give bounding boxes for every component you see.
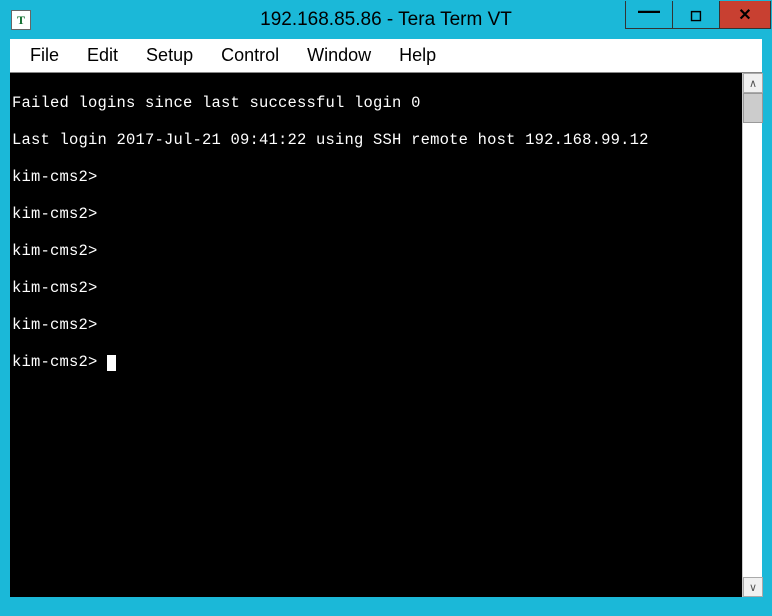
- scrollbar[interactable]: ∧ ∨: [742, 73, 762, 597]
- menu-file[interactable]: File: [16, 41, 73, 70]
- minimize-icon: —: [638, 0, 660, 24]
- scroll-down-button[interactable]: ∨: [743, 577, 763, 597]
- scroll-thumb[interactable]: [743, 93, 763, 123]
- minimize-button[interactable]: —: [625, 1, 673, 29]
- terminal-line: kim-cms2>: [12, 279, 742, 298]
- scroll-up-button[interactable]: ∧: [743, 73, 763, 93]
- terminal-prompt-line: kim-cms2>: [12, 353, 742, 372]
- terminal-line: Last login 2017-Jul-21 09:41:22 using SS…: [12, 131, 742, 150]
- app-icon-letter: T: [17, 13, 25, 28]
- menu-window[interactable]: Window: [293, 41, 385, 70]
- terminal-wrap: Failed logins since last successful logi…: [10, 73, 762, 597]
- maximize-icon: ◻: [690, 6, 702, 24]
- menubar: File Edit Setup Control Window Help: [10, 39, 762, 73]
- close-button[interactable]: ✕: [719, 1, 771, 29]
- terminal-prompt: kim-cms2>: [12, 353, 107, 371]
- terminal-line: kim-cms2>: [12, 242, 742, 261]
- menu-control[interactable]: Control: [207, 41, 293, 70]
- menu-edit[interactable]: Edit: [73, 41, 132, 70]
- maximize-button[interactable]: ◻: [672, 1, 720, 29]
- titlebar[interactable]: T 192.168.85.86 - Tera Term VT — ◻ ✕: [1, 1, 771, 39]
- app-icon: T: [11, 10, 31, 30]
- close-icon: ✕: [738, 5, 751, 25]
- terminal-line: kim-cms2>: [12, 316, 742, 335]
- window-controls: — ◻ ✕: [626, 1, 771, 31]
- window-client-area: File Edit Setup Control Window Help Fail…: [10, 39, 762, 597]
- terminal-line: kim-cms2>: [12, 205, 742, 224]
- menu-help[interactable]: Help: [385, 41, 450, 70]
- menu-setup[interactable]: Setup: [132, 41, 207, 70]
- terminal[interactable]: Failed logins since last successful logi…: [10, 73, 742, 597]
- terminal-line: kim-cms2>: [12, 168, 742, 187]
- chevron-up-icon: ∧: [749, 77, 757, 90]
- cursor-icon: [107, 355, 116, 371]
- app-window: T 192.168.85.86 - Tera Term VT — ◻ ✕ Fil…: [0, 0, 772, 616]
- chevron-down-icon: ∨: [749, 581, 757, 594]
- terminal-line: Failed logins since last successful logi…: [12, 94, 742, 113]
